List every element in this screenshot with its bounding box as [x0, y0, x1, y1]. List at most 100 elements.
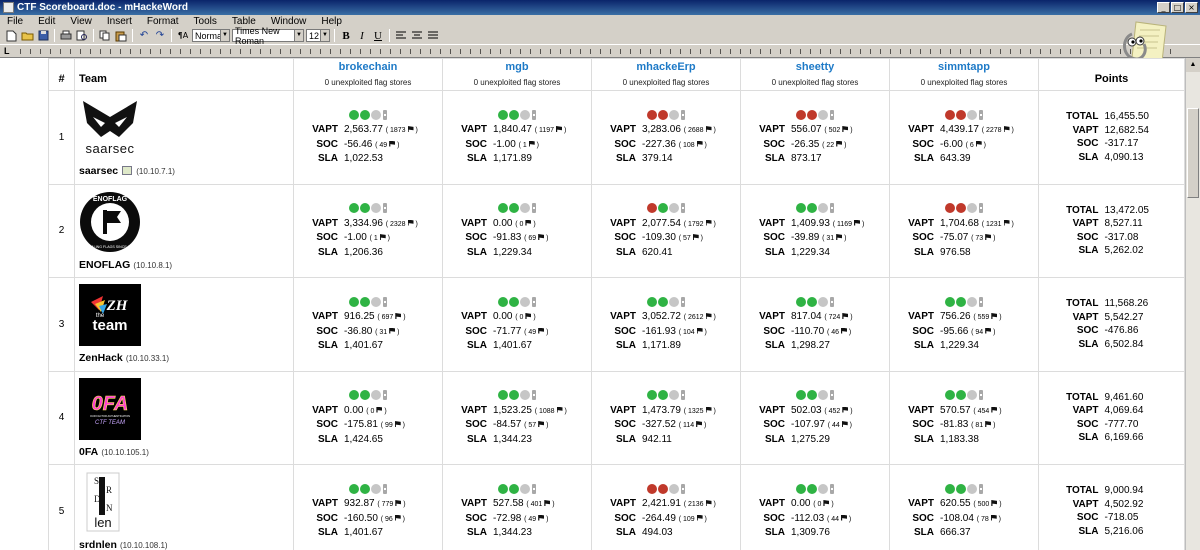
- info-tick-icon[interactable]: [830, 483, 834, 494]
- points-cell: TOTAL 13,472.05 VAPT 8,527.11 SOC -317.08 S…: [1038, 183, 1185, 278]
- style-select[interactable]: Normal ▼: [192, 29, 230, 42]
- menu-edit[interactable]: Edit: [31, 16, 63, 27]
- service-score-cell: VAPT 556.07 ( 502 ) SOC -26.35 ( 22 ) SL…: [740, 90, 890, 185]
- tab-stop-selector-icon[interactable]: L: [4, 47, 13, 56]
- menu-view[interactable]: View: [63, 16, 100, 27]
- status-ok-icon: [360, 109, 370, 120]
- team-name[interactable]: saarsec: [79, 165, 118, 177]
- info-tick-icon[interactable]: [979, 109, 983, 120]
- info-tick-icon[interactable]: [830, 296, 834, 307]
- align-justify-icon[interactable]: [426, 29, 440, 42]
- vapt-flags: ( 500 ): [973, 500, 1002, 508]
- print-preview-icon[interactable]: [75, 29, 89, 42]
- service-status-indicators: [349, 203, 387, 214]
- points-label: SOC: [1076, 325, 1099, 337]
- service-name[interactable]: sheetty: [741, 62, 889, 74]
- menu-file[interactable]: File: [0, 16, 31, 27]
- horizontal-ruler[interactable]: L: [0, 44, 1200, 58]
- info-tick-icon[interactable]: [979, 483, 983, 494]
- bold-button[interactable]: B: [339, 29, 353, 42]
- info-tick-icon[interactable]: [383, 483, 387, 494]
- info-tick-icon[interactable]: [681, 483, 685, 494]
- info-tick-icon[interactable]: [681, 390, 685, 400]
- paste-icon[interactable]: [114, 29, 128, 42]
- minimize-button[interactable]: _: [1157, 2, 1170, 13]
- info-tick-icon[interactable]: [979, 390, 983, 400]
- info-tick-icon[interactable]: [681, 109, 685, 120]
- status-unknown-icon: [520, 296, 530, 307]
- info-tick-icon[interactable]: [532, 296, 536, 307]
- soc-flags: ( 49 ): [375, 140, 400, 149]
- info-tick-icon[interactable]: [532, 483, 536, 494]
- metric-label: SLA: [318, 527, 338, 538]
- flag-icon: [696, 327, 703, 334]
- copy-icon[interactable]: [98, 29, 112, 42]
- info-tick-icon[interactable]: [681, 296, 685, 307]
- score-metrics: VAPT 0.00 ( 0 ) SOC -71.77 ( 49 ) SLA 1,…: [455, 310, 579, 353]
- status-ok-icon: [509, 390, 519, 400]
- info-tick-icon[interactable]: [830, 109, 834, 120]
- flag-icon: [538, 514, 545, 521]
- vapt-flags: ( 2612 ): [683, 313, 716, 321]
- print-icon[interactable]: [59, 29, 73, 42]
- menu-insert[interactable]: Insert: [100, 16, 140, 27]
- team-name[interactable]: srdnlen: [79, 539, 117, 550]
- soc-value: -56.46 ( 49 ): [344, 138, 430, 153]
- vertical-scrollbar[interactable]: ▲: [1185, 58, 1200, 550]
- underline-button[interactable]: U: [371, 29, 385, 42]
- scrollbar-thumb[interactable]: [1187, 108, 1199, 198]
- info-tick-icon[interactable]: [383, 296, 387, 307]
- maximize-button[interactable]: □: [1171, 2, 1184, 13]
- document-page[interactable]: # Team brokechain 0 unexploited flag stor…: [0, 58, 1185, 550]
- info-tick-icon[interactable]: [830, 390, 834, 400]
- column-header-points: Points: [1038, 58, 1185, 91]
- close-button[interactable]: ×: [1185, 2, 1198, 13]
- logo-text: CTF TEAM: [95, 420, 125, 426]
- status-unknown-icon: [669, 390, 679, 400]
- info-tick-icon[interactable]: [681, 203, 685, 213]
- undo-icon[interactable]: ↶: [137, 29, 151, 42]
- vapt-flags: ( 1873 ): [385, 126, 418, 134]
- metric-label: SOC: [316, 419, 338, 430]
- font-select[interactable]: Times New Roman ▼: [232, 26, 304, 46]
- info-tick-icon[interactable]: [532, 203, 536, 213]
- vapt-flags: ( 401 ): [526, 500, 555, 508]
- service-name[interactable]: mgb: [443, 62, 591, 74]
- info-tick-icon[interactable]: [532, 390, 536, 400]
- align-center-icon[interactable]: [410, 29, 424, 42]
- open-folder-icon[interactable]: [20, 29, 34, 42]
- scroll-up-icon[interactable]: ▲: [1186, 58, 1200, 72]
- italic-button[interactable]: I: [355, 29, 369, 42]
- service-name[interactable]: mhackeErp: [592, 62, 740, 74]
- score-metrics: VAPT 1,704.68 ( 1231 ) SOC -75.07 ( 73 )…: [902, 217, 1026, 260]
- soc-value: -108.04 ( 78 ): [940, 512, 1026, 527]
- align-left-icon[interactable]: [394, 29, 408, 42]
- redo-icon[interactable]: ↷: [153, 29, 167, 42]
- info-tick-icon[interactable]: [383, 203, 387, 213]
- sla-value: 1,401.67: [344, 340, 383, 351]
- save-icon[interactable]: [36, 29, 50, 42]
- menu-format[interactable]: Format: [140, 16, 187, 27]
- window-title-bar: CTF Scoreboard.doc - mHackeWord _ □ ×: [0, 0, 1200, 15]
- vpn-card-icon[interactable]: [122, 166, 133, 176]
- team-name[interactable]: 0FA: [79, 446, 98, 458]
- info-tick-icon[interactable]: [383, 390, 387, 400]
- service-score: VAPT 1,840.47 ( 1197 ) SOC -1.00 ( 1 ) S…: [443, 109, 591, 166]
- service-name[interactable]: simmtapp: [890, 62, 1038, 74]
- menu-help[interactable]: Help: [314, 16, 350, 27]
- team-name[interactable]: ZenHack: [79, 352, 123, 364]
- info-tick-icon[interactable]: [383, 109, 387, 120]
- metric-label: VAPT: [610, 498, 636, 509]
- new-document-icon[interactable]: [4, 29, 18, 42]
- menu-tools[interactable]: Tools: [187, 16, 225, 27]
- info-tick-icon[interactable]: [830, 203, 834, 213]
- info-tick-icon[interactable]: [979, 203, 983, 213]
- info-tick-icon[interactable]: [979, 296, 983, 307]
- font-size-select[interactable]: 12 ▼: [306, 29, 330, 42]
- service-name[interactable]: brokechain: [294, 62, 442, 74]
- vapt-score: 556.07: [791, 124, 822, 135]
- info-tick-icon[interactable]: [532, 109, 536, 120]
- flag-count: ( 1325: [683, 407, 706, 415]
- team-name[interactable]: ENOFLAG: [79, 259, 130, 271]
- flag-icon: [705, 500, 712, 506]
